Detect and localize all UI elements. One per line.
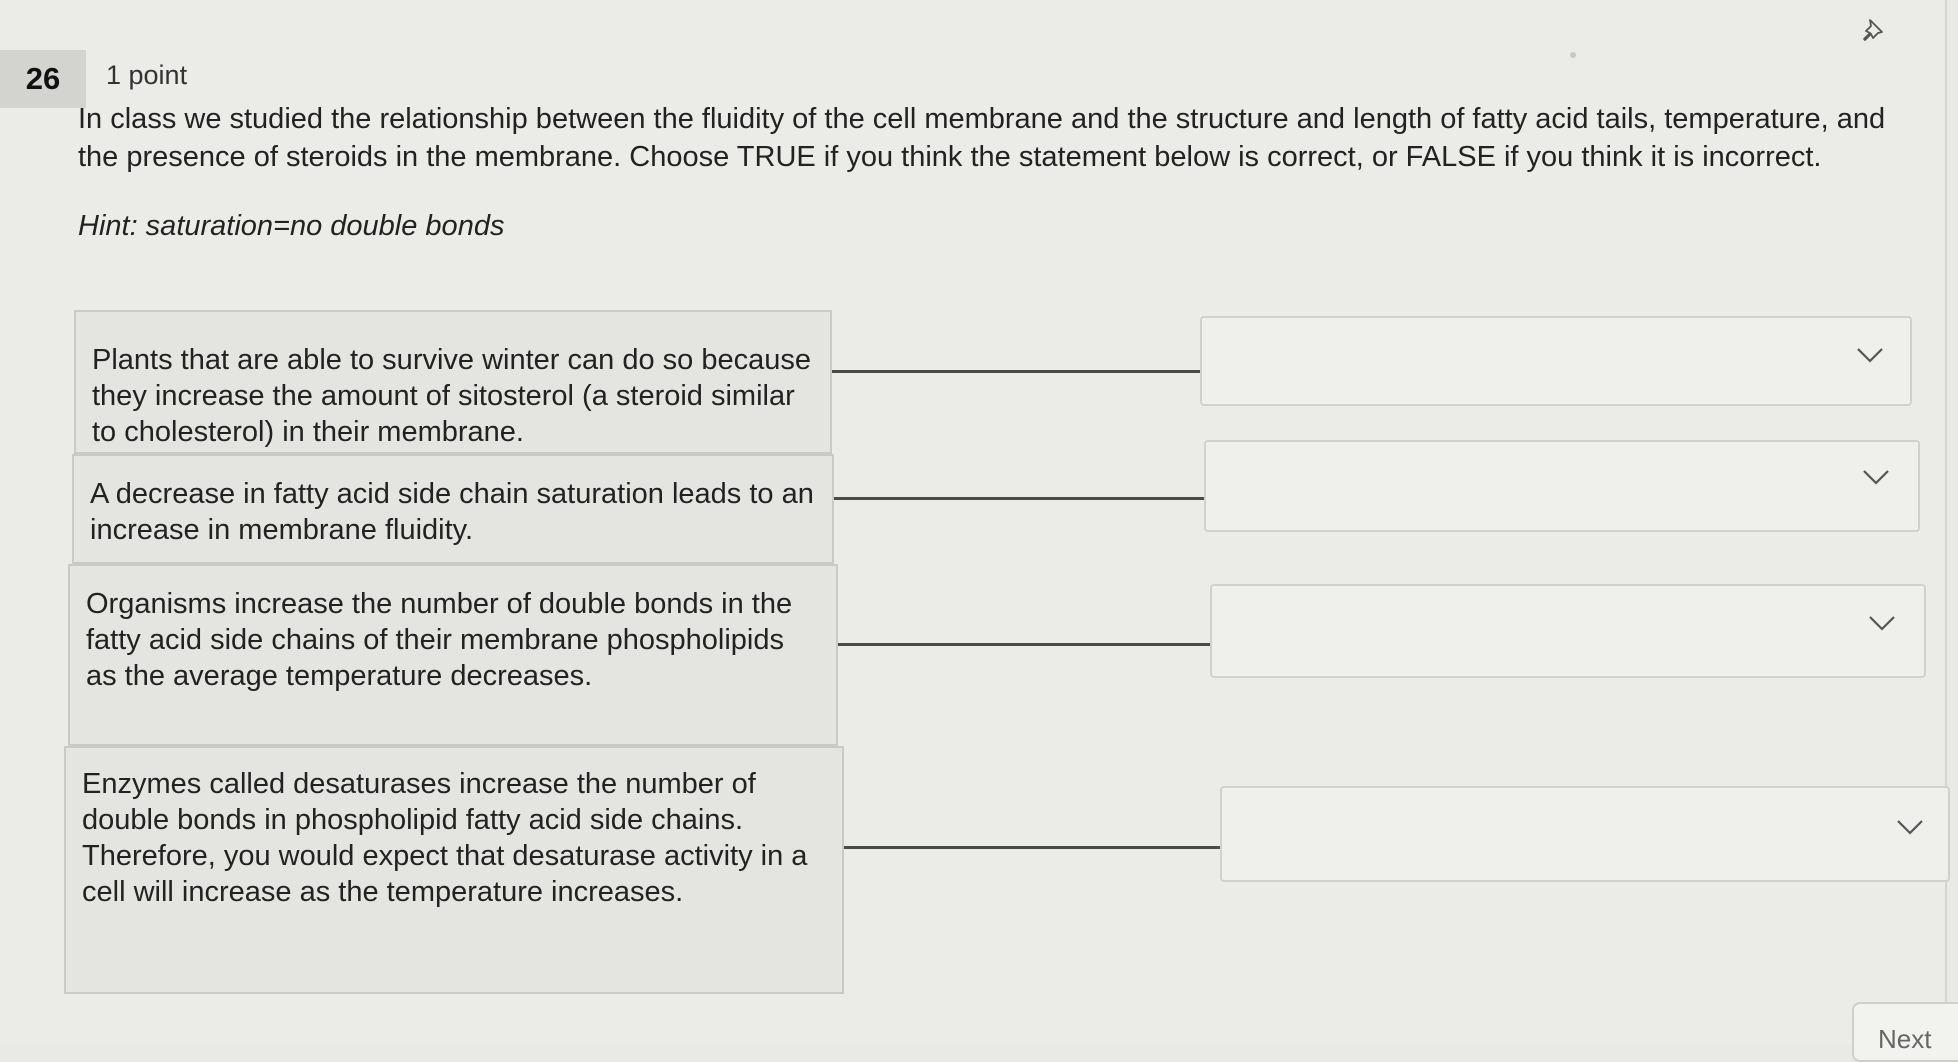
question-points: 1 point <box>106 60 188 90</box>
chevron-down-icon <box>1869 616 1895 631</box>
chevron-down-icon <box>1863 470 1889 485</box>
statement-2-dropdown[interactable] <box>1204 440 1920 532</box>
statement-2: A decrease in fatty acid side chain satu… <box>72 454 834 564</box>
pin-icon[interactable] <box>1858 16 1888 46</box>
statement-3: Organisms increase the number of double … <box>68 564 838 746</box>
statement-1-dropdown[interactable] <box>1200 316 1912 406</box>
statement-1-connector <box>832 370 1200 373</box>
chevron-down-icon <box>1857 348 1883 363</box>
statement-3-dropdown[interactable] <box>1210 584 1926 678</box>
chevron-down-icon <box>1897 820 1923 835</box>
question-hint: Hint: saturation=no double bonds <box>78 210 505 242</box>
statement-4: Enzymes called desaturases increase the … <box>64 746 844 994</box>
statement-2-text: A decrease in fatty acid side chain satu… <box>90 478 814 546</box>
next-button[interactable]: Next <box>1852 1002 1958 1062</box>
question-number: 26 <box>0 50 86 108</box>
decorative-dot <box>1570 52 1576 58</box>
statement-2-connector <box>834 497 1204 500</box>
statement-3-text: Organisms increase the number of double … <box>86 588 793 692</box>
statement-4-connector <box>844 846 1220 849</box>
statement-4-text: Enzymes called desaturases increase the … <box>82 768 808 908</box>
question-prompt: In class we studied the relationship bet… <box>78 103 1886 173</box>
statement-1-text: Plants that are able to survive winter c… <box>92 344 811 448</box>
statement-1: Plants that are able to survive winter c… <box>74 310 832 454</box>
statement-3-connector <box>838 643 1210 646</box>
question-card: 26 1 point In class we studied the relat… <box>0 0 1958 1062</box>
statement-4-dropdown[interactable] <box>1220 786 1950 882</box>
